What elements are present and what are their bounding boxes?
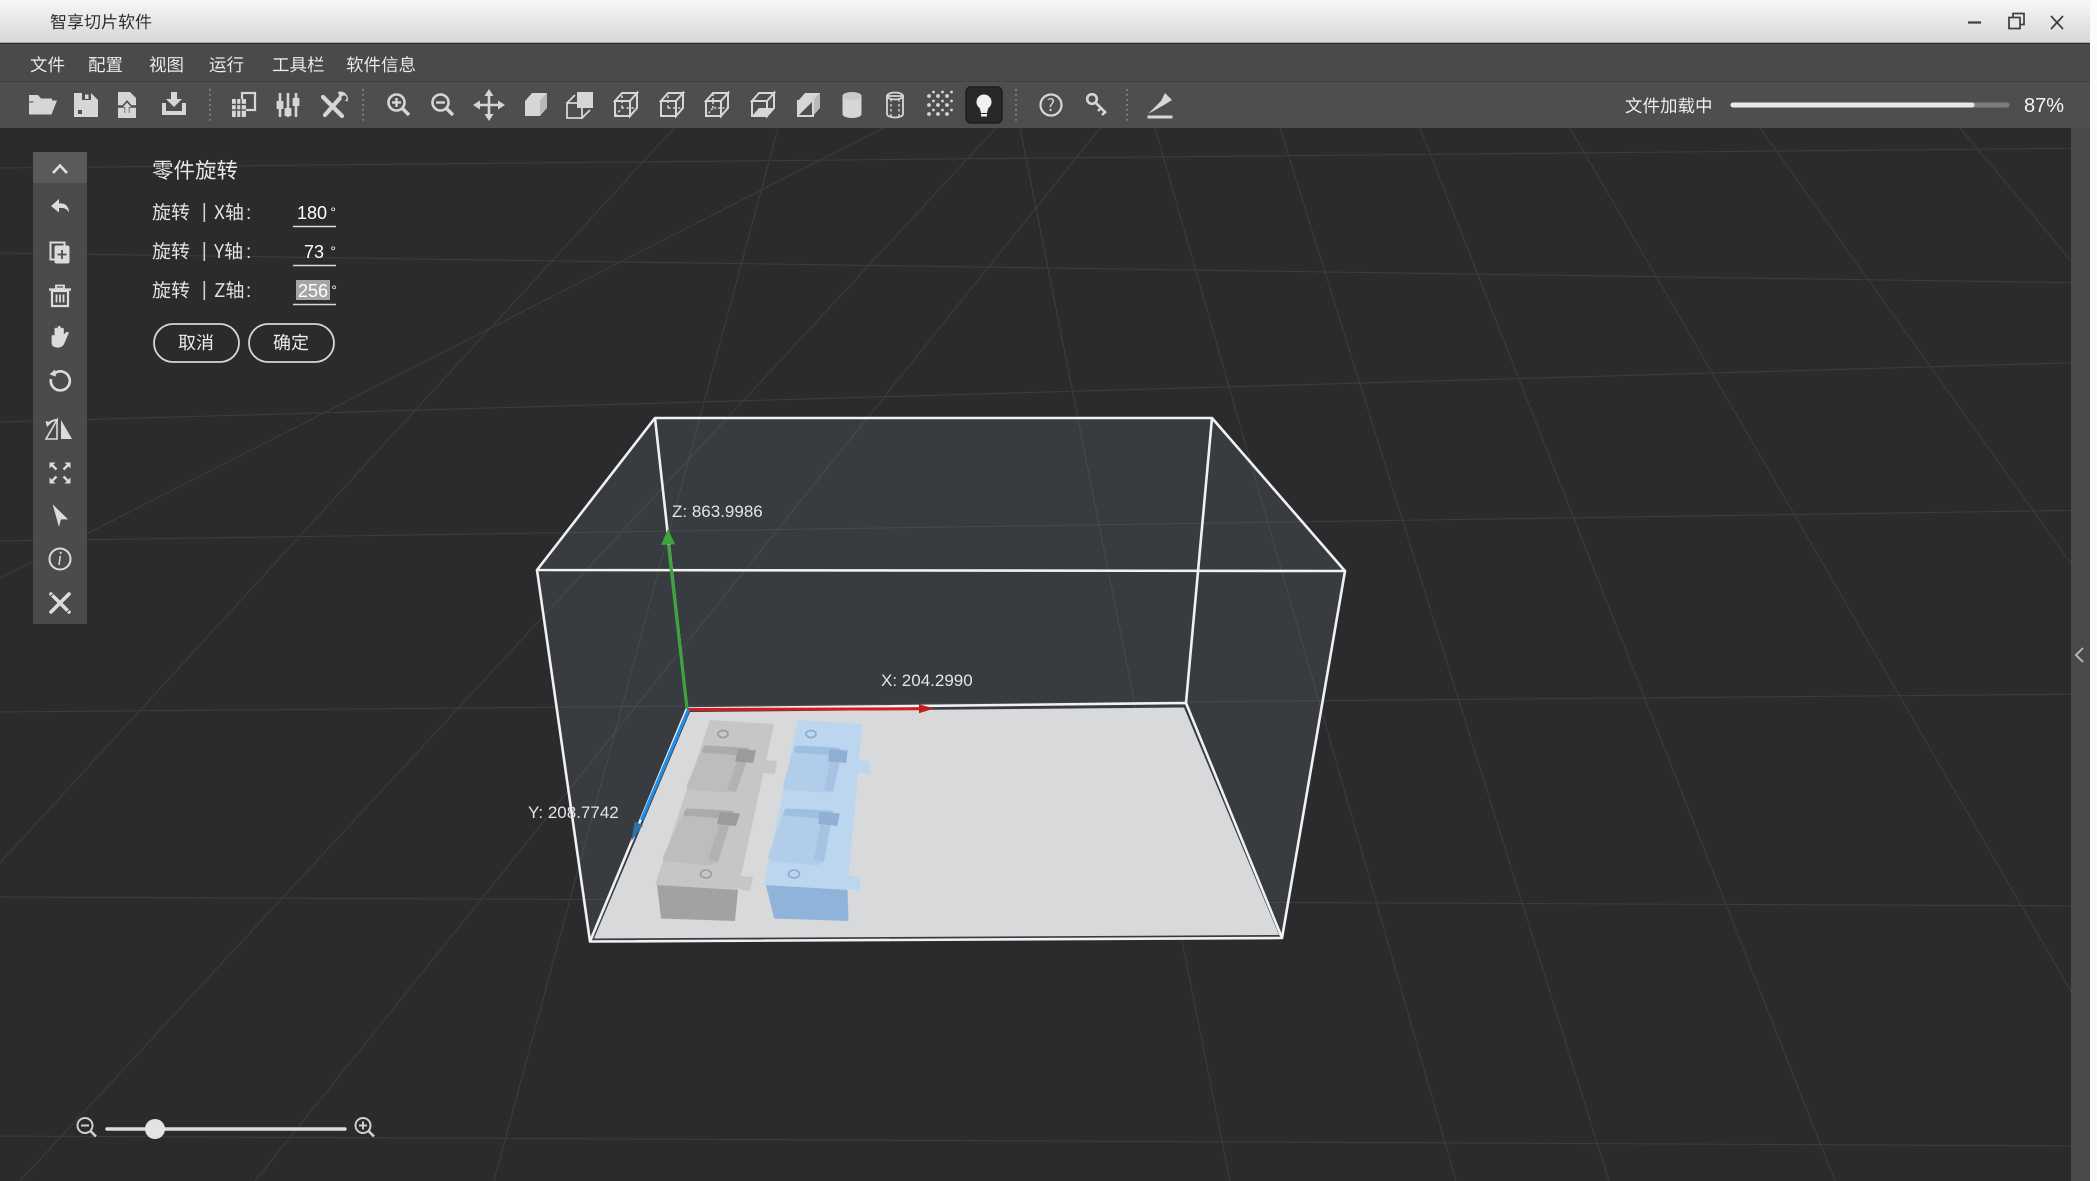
svg-text:°: ° (330, 204, 336, 220)
svg-text:180: 180 (297, 203, 327, 223)
svg-text:87%: 87% (2024, 95, 2064, 117)
svg-text:Z: 863.9986: Z: 863.9986 (672, 502, 763, 521)
svg-text:°: ° (331, 282, 337, 298)
svg-text:256: 256 (298, 281, 328, 301)
svg-text:X: 204.2990: X: 204.2990 (881, 671, 973, 690)
svg-text:Y: 208.7742: Y: 208.7742 (528, 803, 619, 822)
svg-text:°: ° (330, 243, 336, 259)
svg-text:73: 73 (304, 242, 324, 262)
